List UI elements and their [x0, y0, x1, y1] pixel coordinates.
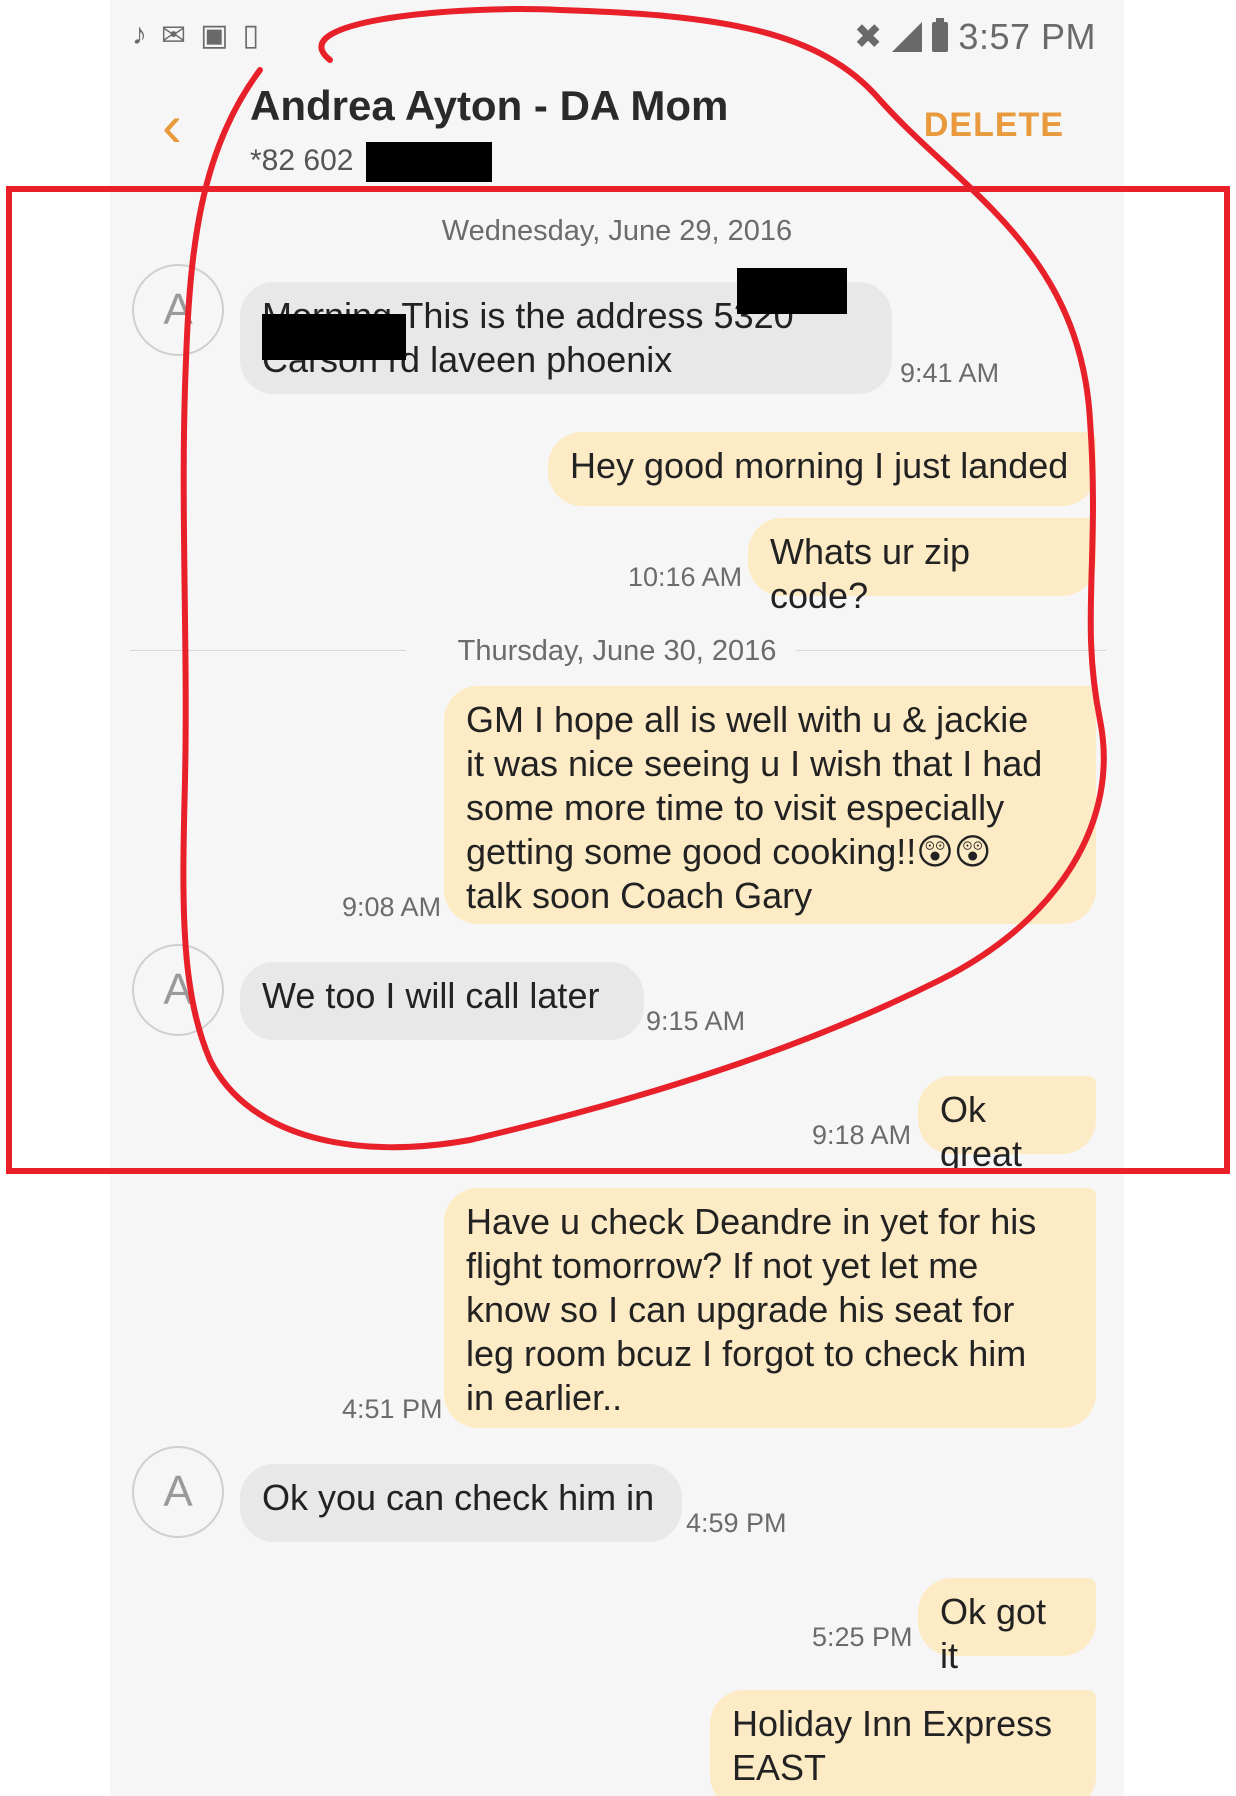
annotation-circle — [180, 6, 1107, 1151]
